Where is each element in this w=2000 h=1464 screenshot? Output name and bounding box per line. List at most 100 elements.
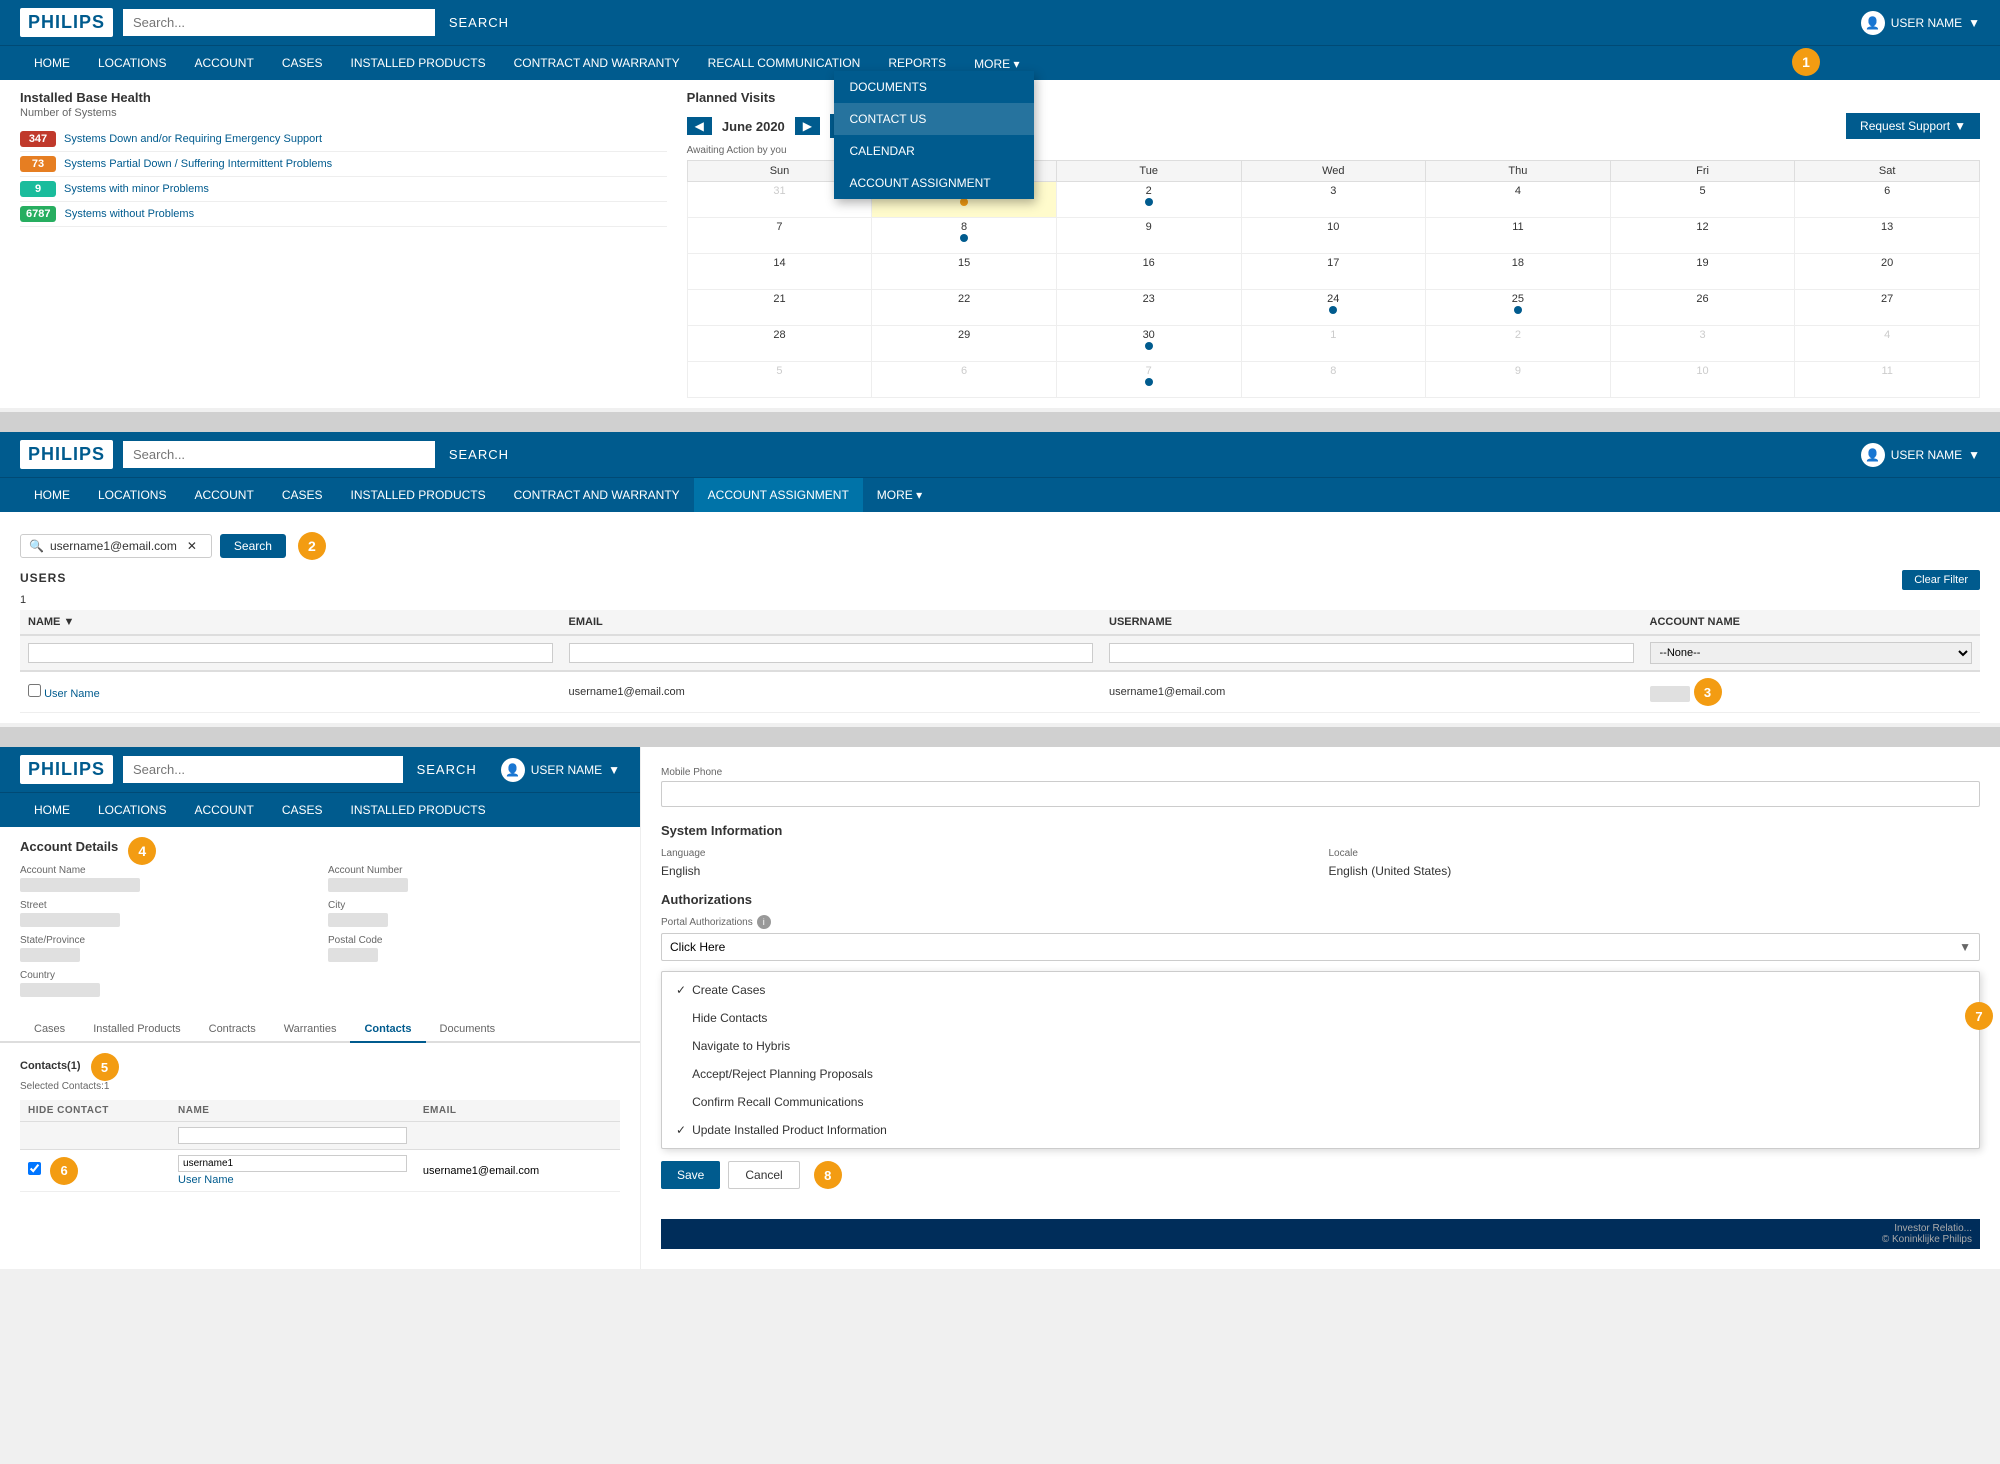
contact-name-input[interactable] xyxy=(178,1155,407,1172)
cal-cell-43[interactable]: 1 xyxy=(1241,326,1426,362)
auth-item-hide-contacts[interactable]: ✓ Hide Contacts xyxy=(662,1004,1979,1032)
row-name[interactable]: User Name xyxy=(44,688,100,700)
cal-cell-02[interactable]: 2 xyxy=(1056,182,1241,218)
filter-name-input[interactable] xyxy=(28,643,553,663)
cal-prev[interactable]: ◀ xyxy=(687,117,712,135)
cal-cell-35[interactable]: 26 xyxy=(1610,290,1795,326)
cal-cell-50[interactable]: 5 xyxy=(687,362,872,398)
cal-cell-42[interactable]: 30 xyxy=(1056,326,1241,362)
nav3-home[interactable]: HOME xyxy=(20,793,84,827)
search-button2[interactable]: SEARCH xyxy=(435,441,523,468)
cal-cell-46[interactable]: 4 xyxy=(1795,326,1980,362)
click-here-select[interactable]: Click Here ▼ xyxy=(661,933,1980,961)
tab-cases[interactable]: Cases xyxy=(20,1017,79,1041)
cal-cell-34[interactable]: 25 xyxy=(1426,290,1611,326)
cal-cell-03[interactable]: 3 xyxy=(1241,182,1426,218)
nav2-home[interactable]: HOME xyxy=(20,478,84,512)
cal-cell-55[interactable]: 10 xyxy=(1610,362,1795,398)
clear-filter-btn[interactable]: Clear Filter xyxy=(1902,570,1980,590)
save-button[interactable]: Save xyxy=(661,1161,720,1189)
cal-cell-23[interactable]: 17 xyxy=(1241,254,1426,290)
nav-installed1[interactable]: INSTALLED PRODUCTS xyxy=(337,46,500,80)
nav2-contract[interactable]: CONTRACT AND WARRANTY xyxy=(500,478,694,512)
cal-cell-53[interactable]: 8 xyxy=(1241,362,1426,398)
cal-cell-40[interactable]: 28 xyxy=(687,326,872,362)
cancel-button[interactable]: Cancel xyxy=(728,1161,799,1189)
search-filter-btn[interactable]: Search xyxy=(220,534,286,558)
filter-clear-icon[interactable]: ✕ xyxy=(187,539,197,553)
cal-cell-06[interactable]: 6 xyxy=(1795,182,1980,218)
cal-cell-44[interactable]: 2 xyxy=(1426,326,1611,362)
nav3-account[interactable]: ACCOUNT xyxy=(180,793,267,827)
search-input3[interactable] xyxy=(123,756,403,783)
cal-cell-52[interactable]: 7 xyxy=(1056,362,1241,398)
cal-cell-30[interactable]: 21 xyxy=(687,290,872,326)
cal-cell-54[interactable]: 9 xyxy=(1426,362,1611,398)
search-button1[interactable]: SEARCH xyxy=(435,9,523,36)
request-support-btn[interactable]: Request Support ▼ xyxy=(1846,113,1980,139)
filter-email-input[interactable] xyxy=(569,643,1094,663)
tab-contracts[interactable]: Contracts xyxy=(195,1017,270,1041)
dropdown-account-assignment[interactable]: ACCOUNT ASSIGNMENT xyxy=(834,167,1034,199)
auth-item-update-installed[interactable]: ✓ Update Installed Product Information xyxy=(662,1116,1979,1144)
nav2-installed[interactable]: INSTALLED PRODUCTS xyxy=(337,478,500,512)
nav-cases1[interactable]: CASES xyxy=(268,46,337,80)
nav3-cases[interactable]: CASES xyxy=(268,793,337,827)
nav2-locations[interactable]: LOCATIONS xyxy=(84,478,180,512)
nav-locations1[interactable]: LOCATIONS xyxy=(84,46,180,80)
dropdown-calendar[interactable]: CALENDAR xyxy=(834,135,1034,167)
cal-cell-15[interactable]: 12 xyxy=(1610,218,1795,254)
cal-cell-13[interactable]: 10 xyxy=(1241,218,1426,254)
cal-cell-20[interactable]: 14 xyxy=(687,254,872,290)
nav2-more[interactable]: MORE ▾ xyxy=(863,478,936,512)
nav-contract1[interactable]: CONTRACT AND WARRANTY xyxy=(500,46,694,80)
stat-label-2[interactable]: Systems with minor Problems xyxy=(64,183,209,195)
user-area2[interactable]: 👤 USER NAME ▼ xyxy=(1861,443,1980,467)
nav-account1[interactable]: ACCOUNT xyxy=(180,46,267,80)
cal-cell-33[interactable]: 24 xyxy=(1241,290,1426,326)
row-checkbox[interactable] xyxy=(28,684,41,697)
cal-cell-05[interactable]: 5 xyxy=(1610,182,1795,218)
stat-label-1[interactable]: Systems Partial Down / Suffering Intermi… xyxy=(64,158,332,170)
cal-cell-25[interactable]: 19 xyxy=(1610,254,1795,290)
contacts-filter-name[interactable] xyxy=(178,1127,407,1144)
cal-cell-31[interactable]: 22 xyxy=(872,290,1057,326)
dropdown-contact-us[interactable]: CONTACT US xyxy=(834,103,1034,135)
auth-item-navigate-hybris[interactable]: ✓ Navigate to Hybris xyxy=(662,1032,1979,1060)
user-area1[interactable]: 👤 USER NAME ▼ xyxy=(1861,11,1980,35)
cal-next[interactable]: ▶ xyxy=(795,117,820,135)
nav3-installed[interactable]: INSTALLED PRODUCTS xyxy=(337,793,500,827)
cal-cell-24[interactable]: 18 xyxy=(1426,254,1611,290)
search-input2[interactable] xyxy=(123,441,435,468)
contact-name-link[interactable]: User Name xyxy=(178,1174,407,1186)
tab-warranties[interactable]: Warranties xyxy=(270,1017,351,1041)
cal-cell-21[interactable]: 15 xyxy=(872,254,1057,290)
auth-item-accept-reject[interactable]: ✓ Accept/Reject Planning Proposals xyxy=(662,1060,1979,1088)
nav2-cases[interactable]: CASES xyxy=(268,478,337,512)
cal-cell-12[interactable]: 9 xyxy=(1056,218,1241,254)
nav3-locations[interactable]: LOCATIONS xyxy=(84,793,180,827)
tab-documents[interactable]: Documents xyxy=(426,1017,510,1041)
nav2-account-assignment[interactable]: ACCOUNT ASSIGNMENT xyxy=(694,478,863,512)
cal-cell-32[interactable]: 23 xyxy=(1056,290,1241,326)
cal-cell-04[interactable]: 4 xyxy=(1426,182,1611,218)
nav2-account[interactable]: ACCOUNT xyxy=(180,478,267,512)
auth-item-create-cases[interactable]: ✓ Create Cases xyxy=(662,976,1979,1004)
search-input1[interactable] xyxy=(123,9,435,36)
auth-item-confirm-recall[interactable]: ✓ Confirm Recall Communications xyxy=(662,1088,1979,1116)
user-area3[interactable]: 👤 USER NAME ▼ xyxy=(501,758,620,782)
filter-account-select[interactable]: --None-- xyxy=(1650,642,1973,664)
cal-cell-10[interactable]: 7 xyxy=(687,218,872,254)
tab-contacts[interactable]: Contacts xyxy=(350,1017,425,1043)
cal-cell-51[interactable]: 6 xyxy=(872,362,1057,398)
cal-cell-56[interactable]: 11 xyxy=(1795,362,1980,398)
dropdown-documents[interactable]: DOCUMENTS xyxy=(834,71,1034,103)
cal-cell-41[interactable]: 29 xyxy=(872,326,1057,362)
cal-cell-11[interactable]: 8 xyxy=(872,218,1057,254)
cal-cell-22[interactable]: 16 xyxy=(1056,254,1241,290)
search-button3[interactable]: SEARCH xyxy=(403,756,491,783)
tab-installed-products[interactable]: Installed Products xyxy=(79,1017,194,1041)
mobile-phone-input[interactable] xyxy=(661,781,1980,807)
cal-cell-36[interactable]: 27 xyxy=(1795,290,1980,326)
cal-cell-16[interactable]: 13 xyxy=(1795,218,1980,254)
